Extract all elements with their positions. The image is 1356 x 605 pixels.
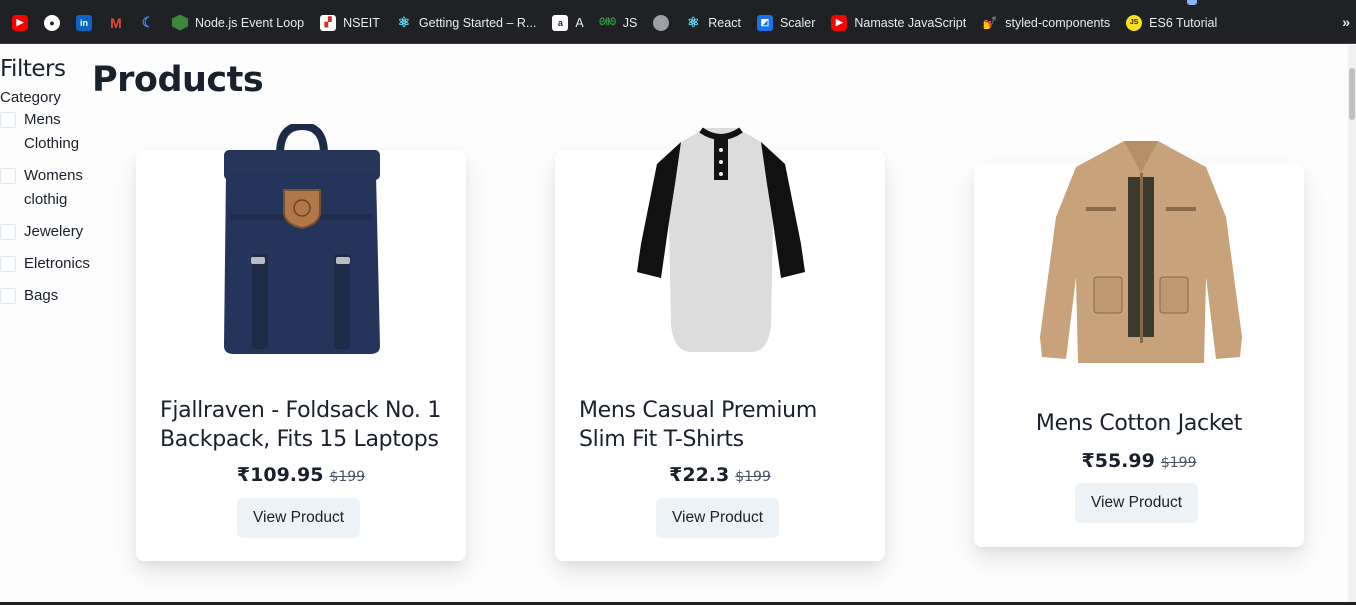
product-price: ₹55.99 bbox=[1081, 450, 1155, 472]
more-bookmarks-chevron[interactable]: » bbox=[1342, 14, 1350, 30]
scaler-icon: ◩ bbox=[756, 14, 773, 31]
amazon-icon: a bbox=[552, 14, 569, 31]
react-icon: ⚛ bbox=[687, 14, 700, 30]
linkedin-icon: in bbox=[76, 14, 92, 31]
bookmark-label: Getting Started – R... bbox=[418, 15, 537, 30]
bookmark-label: Scaler bbox=[779, 15, 816, 30]
scrollbar-thumb[interactable] bbox=[1349, 68, 1355, 120]
checkbox[interactable] bbox=[0, 168, 16, 184]
view-product-button[interactable]: View Product bbox=[656, 498, 780, 538]
bookmark-label: JS bbox=[622, 15, 638, 30]
filter-option-jewelery[interactable]: Jewelery bbox=[0, 220, 92, 244]
bookmark-styled-components[interactable]: 💅 styled-components bbox=[982, 9, 1110, 37]
bookmark-react[interactable]: ⚛ React bbox=[685, 9, 741, 37]
tshirt-image bbox=[637, 127, 805, 352]
bookmark-label: Node.js Event Loop bbox=[195, 15, 305, 30]
filter-option-womens-clothing[interactable]: Womens clothig bbox=[0, 164, 92, 212]
original-price: $199 bbox=[1160, 455, 1197, 471]
bookmark-gmail[interactable]: M bbox=[108, 9, 124, 37]
crescent-icon: ☾ bbox=[141, 14, 155, 30]
backpack-image bbox=[224, 124, 380, 354]
price-row: ₹22.3 $199 bbox=[555, 464, 885, 486]
filter-option-electronics[interactable]: Eletronics bbox=[0, 252, 92, 276]
filters-sidebar: Filters Category Mens Clothing Womens cl… bbox=[0, 56, 92, 308]
filters-heading: Filters bbox=[0, 56, 66, 82]
bookmark-label: A bbox=[575, 15, 584, 30]
tab-indicator bbox=[1187, 0, 1197, 5]
gfg-icon: ᘛᘚ bbox=[599, 17, 617, 28]
product-price: ₹109.95 bbox=[236, 464, 324, 486]
filter-option-label: Bags bbox=[24, 287, 59, 304]
category-label: Category bbox=[0, 89, 61, 106]
bookmark-label: Namaste JavaScript bbox=[854, 15, 967, 30]
page-title: Products bbox=[92, 60, 264, 100]
filter-option-label: Jewelery bbox=[24, 223, 84, 240]
bookmark-amazon[interactable]: a A bbox=[552, 9, 584, 37]
filter-option-label: Mens Clothing bbox=[24, 108, 79, 156]
bookmark-label: ES6 Tutorial bbox=[1149, 15, 1218, 30]
bookmark-js-gfg[interactable]: ᘛᘚ JS bbox=[599, 9, 638, 37]
youtube-icon: ▶ bbox=[12, 14, 28, 31]
product-name[interactable]: Mens Casual Premium Slim Fit T-Shirts bbox=[579, 396, 865, 454]
bookmark-linkedin[interactable]: in bbox=[76, 9, 92, 37]
bookmark-label: React bbox=[708, 15, 741, 30]
checkbox[interactable] bbox=[0, 112, 16, 128]
bookmark-react-getting-started[interactable]: ⚛ Getting Started – R... bbox=[396, 9, 537, 37]
styled-components-icon: 💅 bbox=[982, 15, 998, 30]
filter-option-label: Eletronics bbox=[24, 255, 90, 272]
label-line: Womens bbox=[24, 167, 83, 184]
bookmark-nseit[interactable]: ▞ NSEIT bbox=[320, 9, 380, 37]
product-name[interactable]: Fjallraven - Foldsack No. 1 Backpack, Fi… bbox=[160, 396, 446, 454]
view-product-button[interactable]: View Product bbox=[1075, 483, 1199, 523]
product-card[interactable]: Mens Casual Premium Slim Fit T-Shirts ₹2… bbox=[555, 127, 885, 561]
bookmark-es6-tutorial[interactable]: JS ES6 Tutorial bbox=[1126, 9, 1217, 37]
view-product-button[interactable]: View Product bbox=[237, 498, 361, 538]
js-icon: JS bbox=[1126, 14, 1143, 31]
label-line: Mens bbox=[24, 111, 61, 128]
bookmark-avatar[interactable] bbox=[653, 9, 670, 37]
original-price: $199 bbox=[329, 469, 366, 485]
jacket-image bbox=[1040, 141, 1242, 363]
filter-option-label: Womens clothig bbox=[24, 164, 83, 212]
github-icon: ● bbox=[44, 14, 60, 31]
product-card[interactable]: Fjallraven - Foldsack No. 1 Backpack, Fi… bbox=[136, 124, 466, 561]
gmail-icon: M bbox=[110, 14, 122, 31]
price-row: ₹109.95 $199 bbox=[136, 464, 466, 486]
bookmark-scaler[interactable]: ◩ Scaler bbox=[756, 9, 816, 37]
nseit-icon: ▞ bbox=[320, 14, 337, 31]
checkbox[interactable] bbox=[0, 224, 16, 240]
bookmark-youtube[interactable]: ▶ bbox=[12, 9, 28, 37]
bookmark-crescent[interactable]: ☾ bbox=[140, 9, 156, 37]
react-icon: ⚛ bbox=[397, 14, 411, 30]
filter-option-mens-clothing[interactable]: Mens Clothing bbox=[0, 108, 92, 156]
checkbox[interactable] bbox=[0, 256, 16, 272]
original-price: $199 bbox=[735, 469, 771, 485]
youtube-icon: ▶ bbox=[831, 14, 848, 31]
bookmark-namaste-js[interactable]: ▶ Namaste JavaScript bbox=[831, 9, 966, 37]
bookmark-label: NSEIT bbox=[343, 15, 380, 30]
bookmarks-bar: ▶ ● in M ☾ Node.js Event Loop ▞ NSEIT ⚛ … bbox=[0, 0, 1356, 44]
bookmark-label: styled-components bbox=[1005, 15, 1111, 30]
price-row: ₹55.99 $199 bbox=[974, 450, 1304, 472]
product-price: ₹22.3 bbox=[669, 464, 730, 486]
checkbox[interactable] bbox=[0, 288, 16, 304]
filter-option-bags[interactable]: Bags bbox=[0, 284, 92, 308]
bookmark-github[interactable]: ● bbox=[44, 9, 60, 37]
label-line: Clothing bbox=[24, 135, 80, 152]
label-line: clothig bbox=[24, 191, 68, 208]
product-card[interactable]: Mens Cotton Jacket ₹55.99 $199 View Produ… bbox=[974, 141, 1304, 547]
nodejs-icon bbox=[172, 14, 188, 31]
avatar-icon bbox=[653, 14, 670, 31]
bookmark-nodejs[interactable]: Node.js Event Loop bbox=[172, 9, 304, 37]
vertical-scrollbar[interactable] bbox=[1348, 45, 1356, 605]
product-name[interactable]: Mens Cotton Jacket bbox=[974, 409, 1304, 438]
